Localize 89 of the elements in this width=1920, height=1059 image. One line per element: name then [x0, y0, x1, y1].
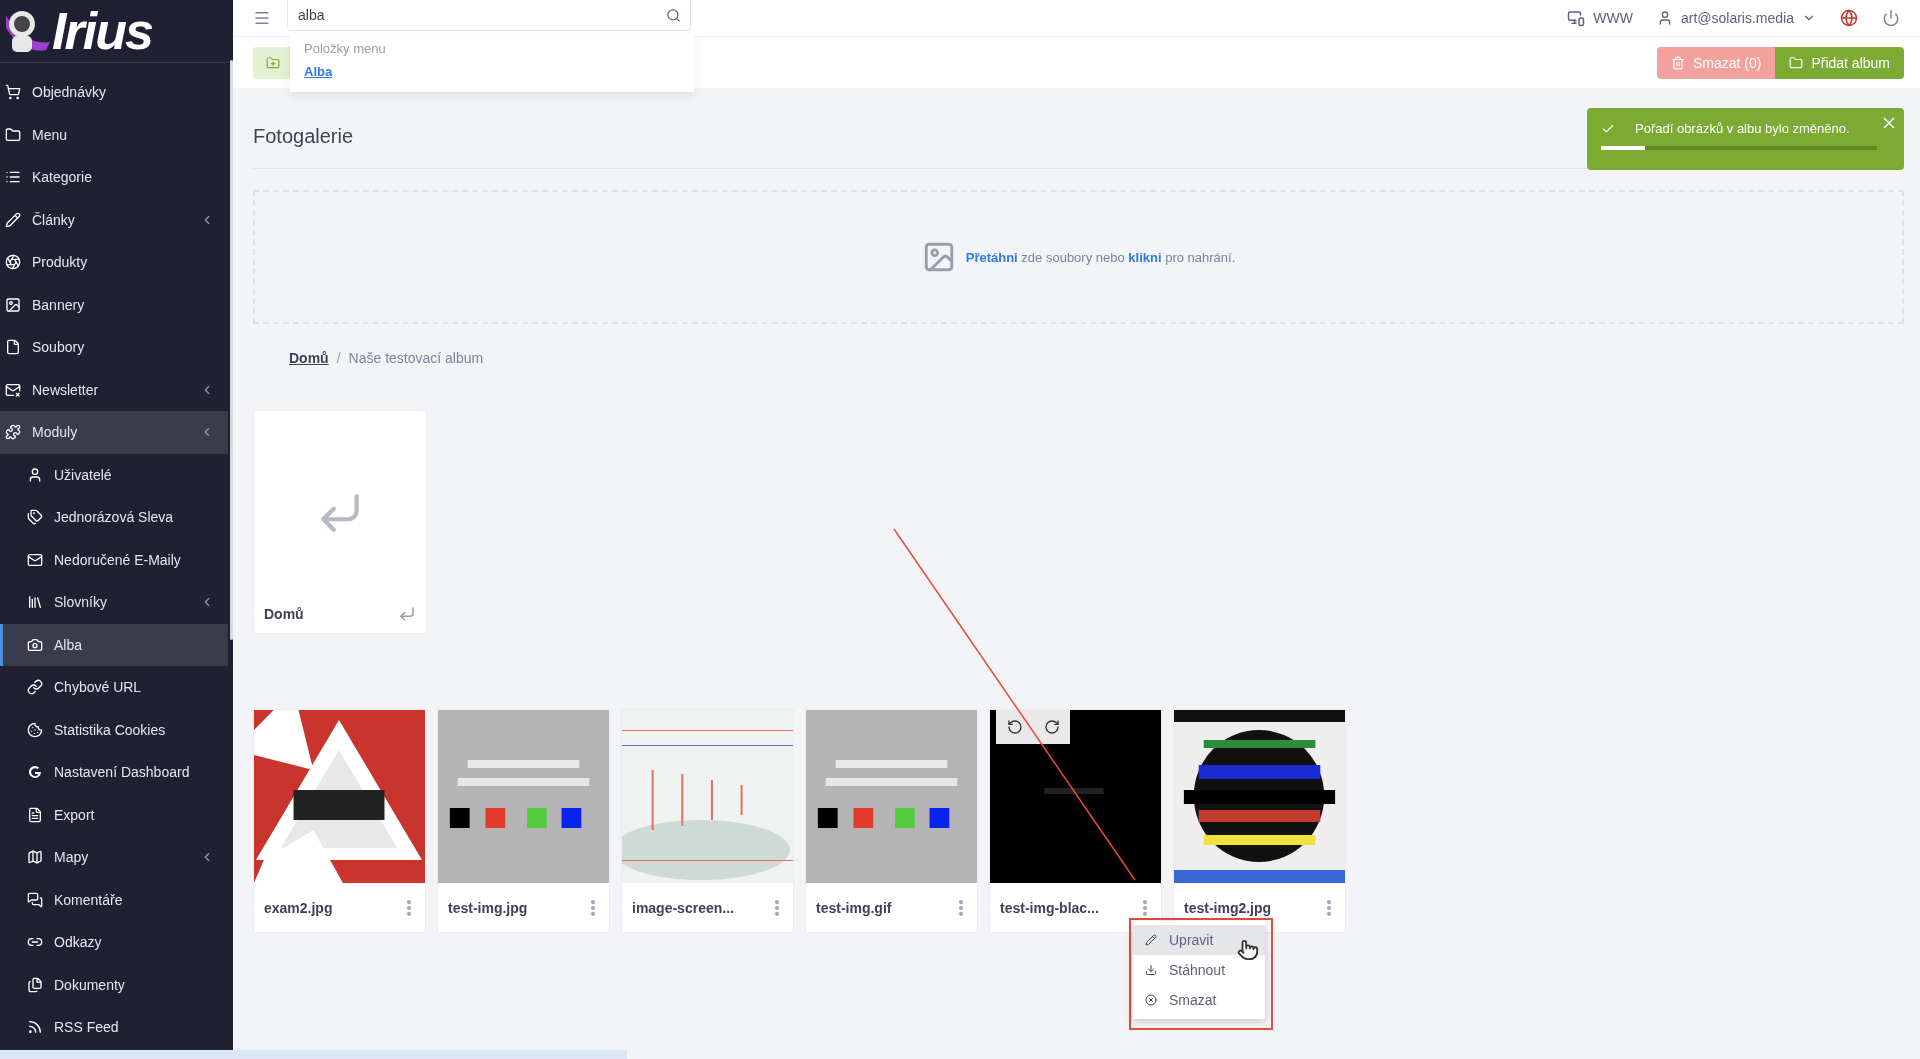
- breadcrumb-link[interactable]: Domů: [289, 350, 329, 366]
- tags-icon: [27, 509, 43, 526]
- image-card[interactable]: test-img-blac...: [989, 709, 1162, 933]
- context-menu-item[interactable]: Upravit: [1133, 925, 1265, 955]
- cookie-icon: [27, 721, 43, 738]
- aperture-icon: [5, 254, 21, 271]
- camera-icon: [27, 636, 43, 653]
- document-icon: [27, 806, 43, 823]
- image-name: exam2.jpg: [264, 899, 333, 916]
- power-icon[interactable]: [1882, 9, 1900, 27]
- search-result-link[interactable]: Alba: [304, 64, 680, 79]
- breadcrumb-separator: /: [336, 350, 341, 366]
- search-field[interactable]: alba: [287, 0, 691, 31]
- trash-icon: [1670, 55, 1685, 70]
- www-link[interactable]: WWW: [1593, 10, 1633, 26]
- add-button[interactable]: [253, 46, 293, 79]
- user-icon: [27, 466, 43, 483]
- puzzle-icon: [5, 424, 21, 441]
- image-card[interactable]: image-screen...: [621, 709, 794, 933]
- envelope-icon: [5, 381, 21, 398]
- search-icon[interactable]: [666, 8, 681, 23]
- sidebar-item[interactable]: Nastavení Dashboard: [0, 751, 228, 794]
- user-menu[interactable]: art@solaris.media: [1680, 10, 1794, 26]
- upload-dropzone[interactable]: Přetáhni zde soubory nebo klikni pro nahrání.: [253, 190, 1904, 324]
- rss-icon: [27, 1019, 43, 1036]
- image-card[interactable]: test-img.jpg: [437, 709, 610, 933]
- folder-name: Domů: [264, 606, 304, 622]
- rotate-right-icon[interactable]: [1043, 719, 1060, 735]
- sidebar-item[interactable]: Newsletter: [0, 368, 228, 411]
- map-icon: [27, 849, 43, 866]
- image-name: test-img-blac...: [1000, 899, 1099, 916]
- sidebar-item[interactable]: Chybové URL: [0, 666, 228, 709]
- sidebar-item[interactable]: Export: [0, 793, 228, 836]
- breadcrumb-current: Naše testovací album: [348, 350, 484, 366]
- link-icon: [27, 679, 43, 696]
- sidebar-item[interactable]: RSS Feed: [0, 1006, 228, 1049]
- context-menu-item[interactable]: Stáhnout: [1133, 955, 1265, 985]
- image-card[interactable]: exam2.jpg: [253, 709, 426, 933]
- download-icon: [1145, 964, 1157, 976]
- g-icon: [27, 764, 43, 781]
- return-icon: [398, 605, 416, 623]
- sidebar-item[interactable]: Nedoručené E-Maily: [0, 538, 228, 581]
- sidebar-item[interactable]: Kategorie: [0, 156, 228, 199]
- rotate-left-icon[interactable]: [1006, 719, 1023, 735]
- folder-icon: [5, 126, 21, 143]
- sidebar-item[interactable]: Články: [0, 198, 228, 241]
- toast-message: Pořadí obrázků v albu bylo změněno.: [1635, 121, 1850, 136]
- menu-icon[interactable]: [253, 9, 271, 27]
- image-name: image-screen...: [632, 899, 734, 916]
- envelope-icon: [27, 551, 43, 568]
- context-menu-item[interactable]: Smazat: [1133, 985, 1265, 1015]
- image-name: test-img2.jpg: [1184, 899, 1272, 916]
- dropdown-heading: Položky menu: [304, 41, 387, 56]
- sidebar-item[interactable]: Objednávky: [0, 71, 228, 114]
- image-card[interactable]: test-img.gif: [805, 709, 978, 933]
- pencil-icon: [1145, 934, 1157, 946]
- language-flag-icon[interactable]: [1840, 9, 1858, 27]
- folder-plus-icon: [266, 55, 280, 70]
- cart-icon: [5, 84, 21, 101]
- sidebar-item[interactable]: Mapy: [0, 836, 228, 879]
- books-icon: [27, 594, 43, 611]
- sidebar-item[interactable]: Uživatelé: [0, 453, 228, 496]
- sidebar-item[interactable]: Dokumenty: [0, 963, 228, 1006]
- sidebar-item[interactable]: Produkty: [0, 241, 228, 284]
- sidebar-item[interactable]: Alba: [0, 623, 228, 666]
- chat-icon: [27, 891, 43, 908]
- parent-folder-card[interactable]: Domů: [253, 410, 427, 634]
- sidebar-item[interactable]: Slovníky: [0, 581, 228, 624]
- image-icon: [5, 296, 21, 313]
- circle-x-icon: [1145, 994, 1157, 1006]
- sidebar-item[interactable]: Statistika Cookies: [0, 708, 228, 751]
- sidebar-item[interactable]: Komentáře: [0, 878, 228, 921]
- sidebar-item[interactable]: Soubory: [0, 326, 228, 369]
- sidebar-item[interactable]: Jednorázová Sleva: [0, 496, 228, 539]
- sidebar-item[interactable]: Odkazy: [0, 921, 228, 964]
- logo-text: Irius: [52, 5, 152, 57]
- pencil-icon: [5, 211, 21, 228]
- files-icon: [27, 976, 43, 993]
- file-icon: [5, 339, 21, 356]
- monitor-icon[interactable]: [1567, 9, 1586, 27]
- sidebar-item[interactable]: Bannery: [0, 283, 228, 326]
- hand-cursor-icon: [1237, 939, 1259, 961]
- image-name: test-img.jpg: [448, 899, 528, 916]
- sidebar-item[interactable]: Moduly: [0, 411, 228, 454]
- sidebar-item[interactable]: Menu: [0, 113, 228, 156]
- folder-icon: [1789, 55, 1804, 70]
- image-name: test-img.gif: [816, 899, 892, 916]
- image-card[interactable]: test-img2.jpg: [1173, 709, 1346, 933]
- dropzone-text: Přetáhni zde soubory nebo klikni pro nahrání.: [965, 249, 1236, 265]
